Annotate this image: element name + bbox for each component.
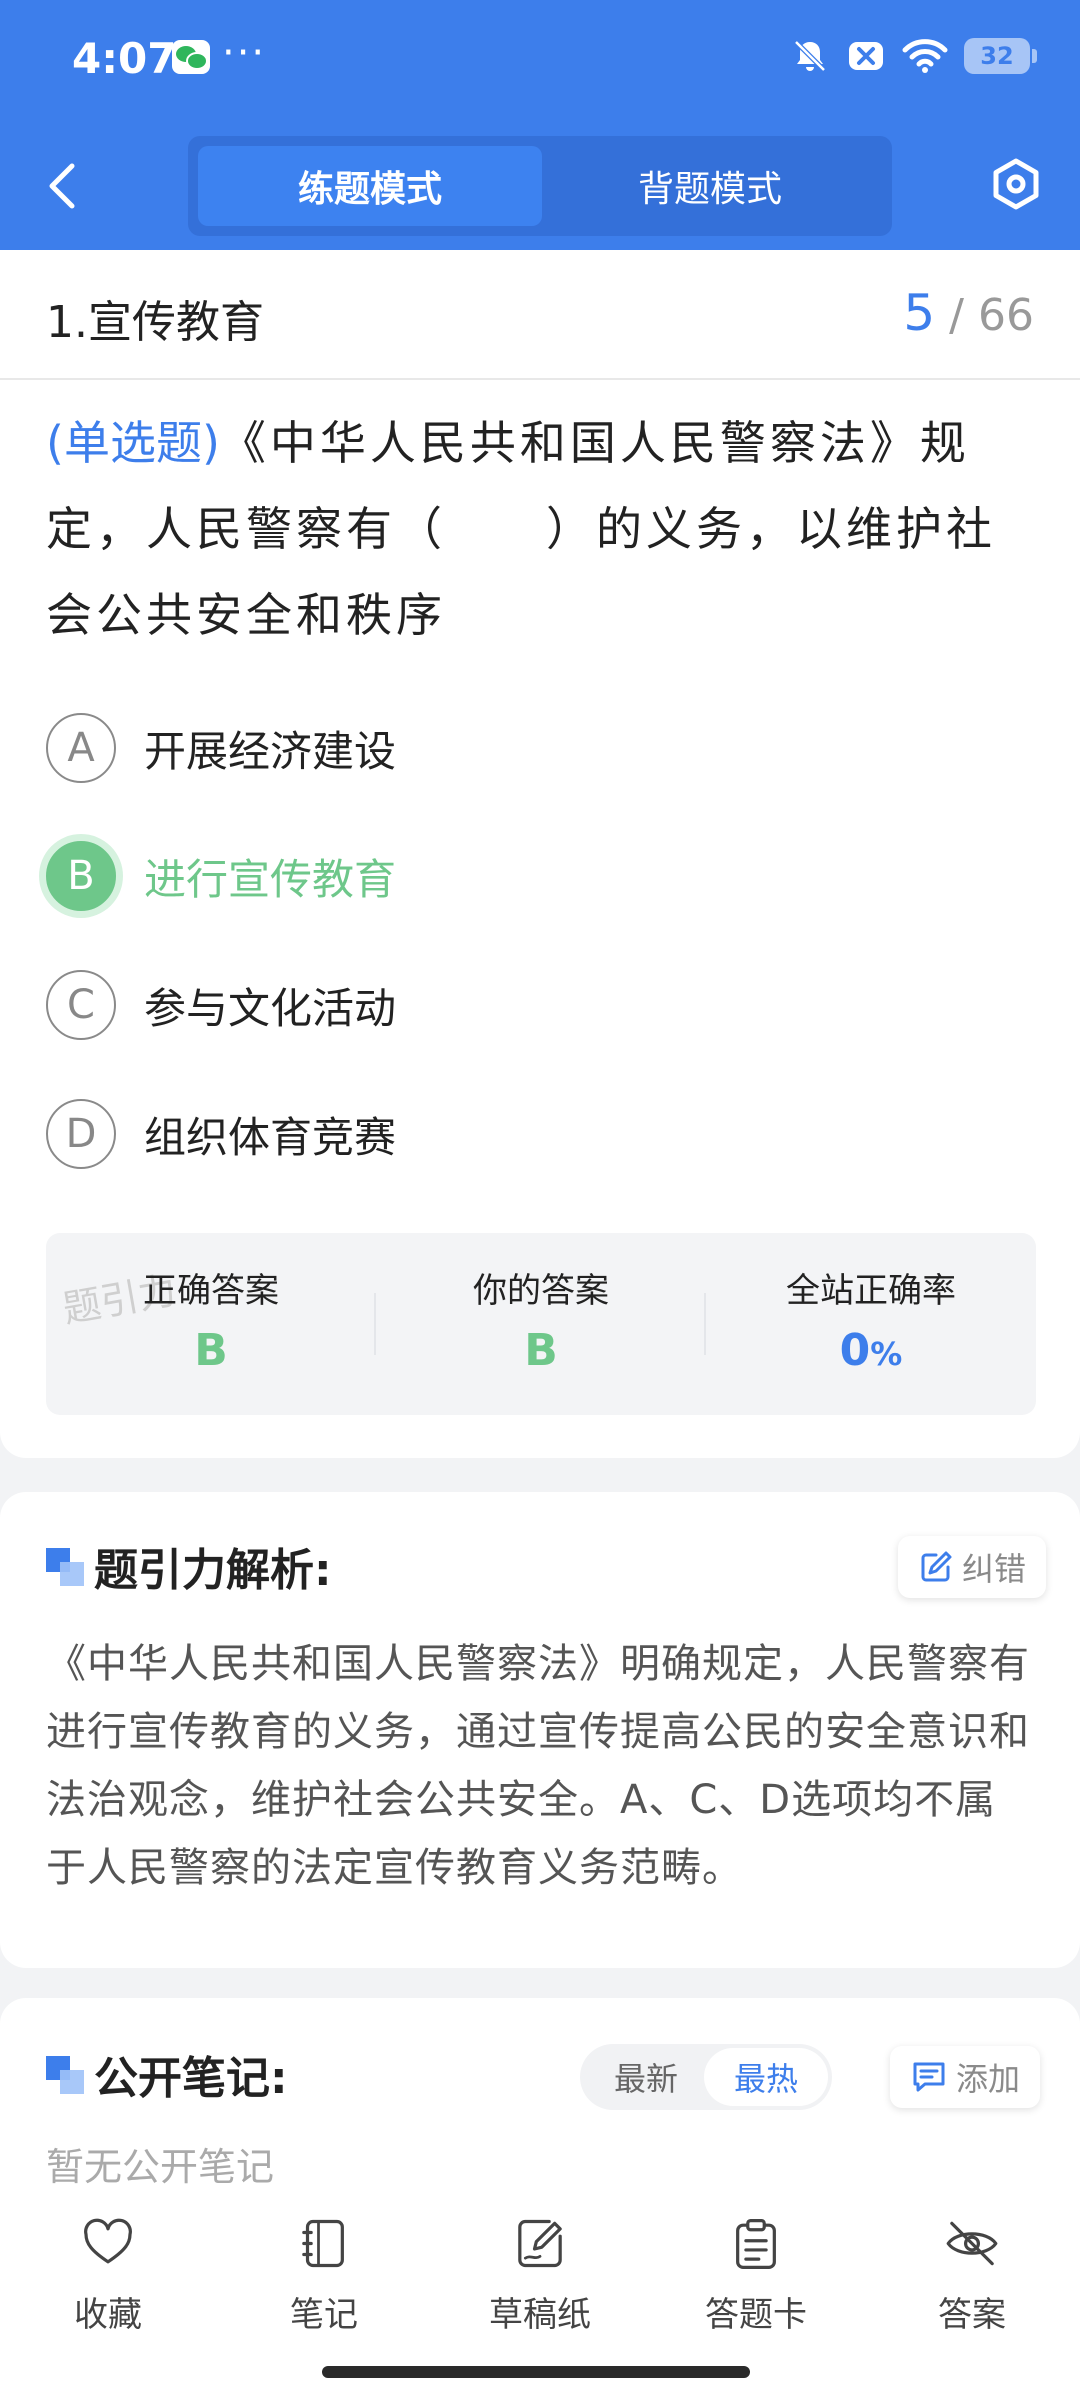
- answer-sheet-button[interactable]: 答题卡: [676, 2216, 836, 2336]
- comment-icon: [913, 2062, 945, 2092]
- notes-sort-toggle: 最新 最热: [580, 2044, 832, 2110]
- empty-notes-text: 暂无公开笔记: [46, 2145, 275, 2189]
- question-type: (单选题): [46, 416, 220, 470]
- site-accuracy-value: 0%: [706, 1325, 1036, 1376]
- clipboard-icon: [736, 2218, 776, 2269]
- option-b[interactable]: B 进行宣传教育: [46, 840, 1036, 912]
- option-a[interactable]: A 开展经济建设: [46, 712, 1036, 784]
- tab-practice-mode[interactable]: 练题模式: [198, 146, 542, 226]
- option-letter: D: [46, 1099, 116, 1169]
- show-answer-button[interactable]: 答案: [892, 2216, 1052, 2336]
- correct-answer: 正确答案 B: [46, 1233, 376, 1415]
- report-error-button[interactable]: 纠错: [898, 1536, 1047, 1598]
- accuracy-unit: %: [870, 1335, 903, 1373]
- wechat-notification-icon: [172, 40, 210, 74]
- question-card: 1.宣传教育 5 / 66 (单选题)《中华人民共和国人民警察法》规定，人民警察…: [0, 250, 1080, 1458]
- notes-label: 笔记: [290, 2295, 358, 2335]
- site-accuracy: 全站正确率 0%: [706, 1233, 1036, 1415]
- analysis-text: 《中华人民共和国人民警察法》明确规定，人民警察有进行宣传教育的义务，通过宣传提高…: [46, 1641, 1030, 1891]
- battery-indicator: 32: [964, 38, 1037, 74]
- eye-off-icon: [946, 2221, 998, 2266]
- section-title: 1.宣传教育: [46, 297, 264, 348]
- question-progress[interactable]: 5 / 66: [903, 284, 1034, 342]
- status-icons: 32: [790, 36, 1037, 76]
- progress-total: 66: [978, 290, 1034, 341]
- sort-hottest[interactable]: 最热: [704, 2048, 828, 2106]
- sort-latest[interactable]: 最新: [584, 2048, 708, 2106]
- heart-icon: [84, 2218, 132, 2264]
- edit-icon: [921, 1551, 952, 1582]
- report-error-label: 纠错: [962, 1550, 1027, 1588]
- option-d[interactable]: D 组织体育竞赛: [46, 1098, 1036, 1170]
- app-header: 4:07 ··· 32 练题模式 背题模式: [0, 0, 1080, 250]
- progress-separator: /: [949, 290, 964, 341]
- status-time: 4:07: [72, 34, 177, 83]
- option-text: 组织体育竞赛: [144, 1112, 397, 1162]
- notebook-icon: [302, 2219, 344, 2268]
- notes-title: 公开笔记:: [94, 2053, 288, 2104]
- analysis-title: 题引力解析:: [94, 1545, 332, 1596]
- option-letter: A: [46, 713, 116, 783]
- wifi-icon: [902, 39, 948, 73]
- analysis-card: 题引力解析: 纠错 《中华人民共和国人民警察法》明确规定，人民警察有进行宣传教育…: [0, 1492, 1080, 1968]
- your-answer-label: 你的答案: [473, 1271, 609, 1311]
- battery-level: 32: [980, 42, 1014, 70]
- draft-paper-label: 草稿纸: [489, 2295, 591, 2335]
- option-text: 开展经济建设: [144, 726, 397, 776]
- add-note-label: 添加: [956, 2060, 1021, 2098]
- accuracy-number: 0: [839, 1325, 871, 1376]
- no-sim-icon: [849, 42, 883, 70]
- mode-switcher: 练题模式 背题模式: [188, 136, 892, 236]
- question-header: 1.宣传教育 5 / 66: [0, 250, 1080, 380]
- favorite-label: 收藏: [74, 2295, 142, 2335]
- question-text: (单选题)《中华人民共和国人民警察法》规定，人民警察有（ ）的义务，以维护社会公…: [46, 400, 1036, 658]
- your-answer-value: B: [524, 1325, 558, 1376]
- back-arrow-icon[interactable]: [40, 158, 90, 214]
- settings-hexagon-icon[interactable]: [988, 156, 1044, 212]
- notes-button[interactable]: 笔记: [244, 2216, 404, 2336]
- progress-current: 5: [903, 284, 936, 342]
- answer-sheet-label: 答题卡: [705, 2295, 807, 2335]
- favorite-button[interactable]: 收藏: [28, 2216, 188, 2336]
- site-accuracy-label: 全站正确率: [786, 1271, 956, 1311]
- show-answer-label: 答案: [938, 2295, 1006, 2335]
- option-letter: B: [46, 841, 116, 911]
- section-square-icon: [46, 2056, 84, 2094]
- option-text: 进行宣传教育: [144, 854, 397, 904]
- correct-answer-value: B: [194, 1325, 228, 1376]
- answer-summary: 题引力 正确答案 B 你的答案 B 全站正确率 0%: [46, 1233, 1036, 1415]
- your-answer: 你的答案 B: [376, 1233, 706, 1415]
- add-note-button[interactable]: 添加: [890, 2046, 1041, 2108]
- option-c[interactable]: C 参与文化活动: [46, 969, 1036, 1041]
- draft-pen-icon: [518, 2219, 562, 2268]
- draft-paper-button[interactable]: 草稿纸: [460, 2216, 620, 2336]
- option-text: 参与文化活动: [144, 983, 397, 1033]
- option-letter: C: [46, 970, 116, 1040]
- more-notifications-icon: ···: [222, 30, 267, 76]
- section-square-icon: [46, 1548, 84, 1586]
- tab-memorize-mode[interactable]: 背题模式: [538, 146, 882, 226]
- correct-answer-label: 正确答案: [143, 1271, 279, 1311]
- bell-muted-icon: [794, 40, 826, 72]
- status-bar: 4:07 ··· 32: [0, 0, 1080, 120]
- home-indicator[interactable]: [322, 2366, 750, 2378]
